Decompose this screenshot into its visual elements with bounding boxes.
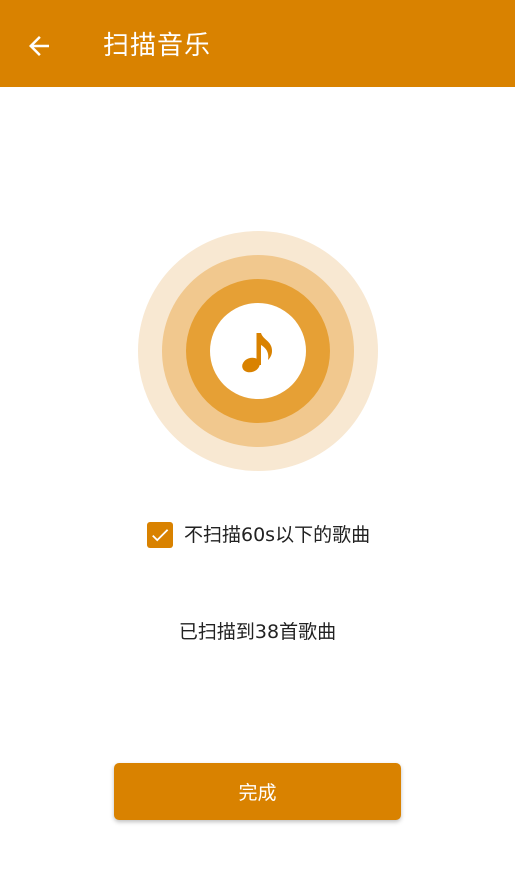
back-button[interactable] <box>14 24 64 68</box>
checkmark-icon <box>152 529 169 542</box>
skip-short-songs-checkbox[interactable] <box>147 522 173 548</box>
music-note-icon <box>242 333 272 373</box>
arrow-left-icon <box>29 36 49 56</box>
done-button[interactable]: 完成 <box>114 763 401 820</box>
scan-music-screen: 扫描音乐 不扫描60s以下的歌曲 已扫描到38首歌曲 完成 <box>0 0 515 890</box>
page-title: 扫描音乐 <box>103 31 212 61</box>
skip-short-songs-option[interactable]: 不扫描60s以下的歌曲 <box>147 520 370 550</box>
scan-animation <box>138 231 378 471</box>
app-bar: 扫描音乐 <box>0 0 515 87</box>
skip-short-songs-label: 不扫描60s以下的歌曲 <box>184 524 371 546</box>
scan-result-text: 已扫描到38首歌曲 <box>178 621 337 643</box>
music-disc <box>210 303 306 399</box>
